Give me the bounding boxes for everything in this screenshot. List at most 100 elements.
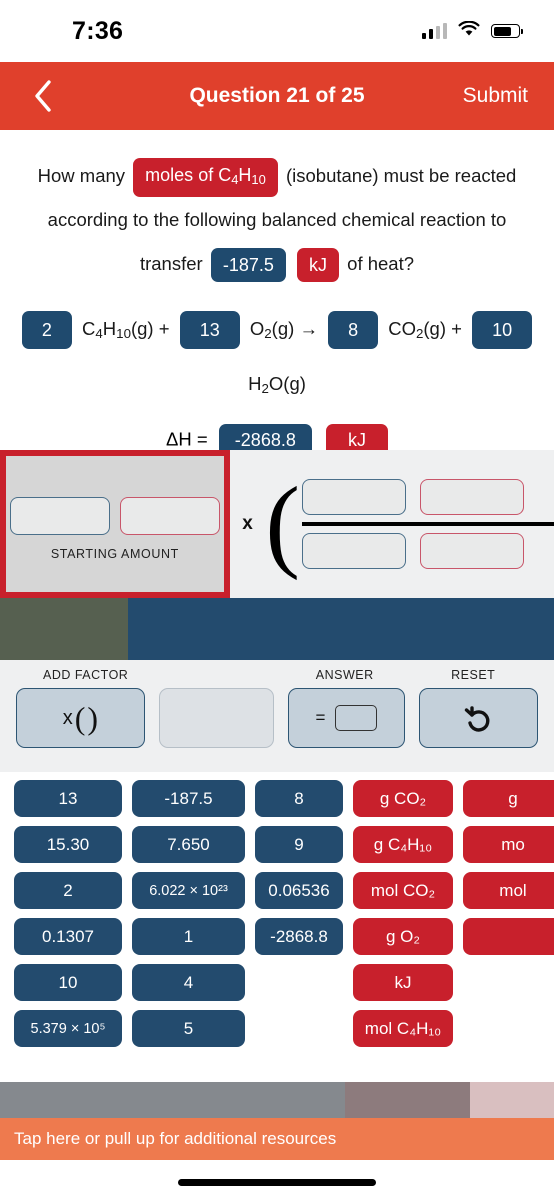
- strip-pink: [470, 1082, 554, 1118]
- tile-value[interactable]: 15.30: [14, 826, 122, 863]
- tile-value[interactable]: 13: [14, 780, 122, 817]
- tile-unit[interactable]: g O₂: [353, 918, 453, 955]
- fraction-bar: [302, 522, 554, 526]
- question-chip-moles: moles of C4H10: [133, 157, 278, 197]
- spacer-label: [155, 668, 281, 682]
- tile-unit[interactable]: [463, 918, 554, 955]
- answer-label: ANSWER: [315, 668, 374, 682]
- tile-value[interactable]: 7.650: [132, 826, 245, 863]
- coefficient-water: 10: [472, 311, 533, 350]
- status-time: 7:36: [72, 16, 124, 45]
- denominator-value-slot[interactable]: [302, 532, 406, 569]
- starting-amount-label: STARTING AMOUNT: [50, 547, 179, 561]
- species-oxygen: O2(g): [249, 318, 295, 341]
- coefficient-oxygen: 13: [179, 311, 240, 350]
- starting-amount-panel[interactable]: STARTING AMOUNT: [0, 450, 230, 598]
- question-part-1: How many: [37, 165, 126, 186]
- tile-value[interactable]: 5.379 × 10⁵: [14, 1010, 122, 1047]
- tile-unit[interactable]: mol C₄H₁₀: [353, 1010, 453, 1047]
- numerator-unit-slot[interactable]: [420, 479, 524, 516]
- tool-buttons: x ( ) =: [16, 688, 539, 748]
- starting-amount-unit-slot[interactable]: [119, 497, 220, 535]
- tile-value[interactable]: -187.5: [132, 780, 245, 817]
- strip-mauve: [345, 1082, 470, 1118]
- nav-header: Question 21 of 25 Submit: [0, 62, 554, 130]
- tile-unit[interactable]: g C₄H₁₀: [353, 826, 453, 863]
- tile-value[interactable]: 10: [14, 964, 122, 1001]
- multiply-symbol: x: [242, 513, 253, 534]
- numerator-row: [302, 479, 554, 516]
- answer-equals-symbol: =: [315, 708, 326, 727]
- status-bar: 7:36: [0, 0, 554, 62]
- home-indicator[interactable]: [178, 1179, 376, 1186]
- tile-column: 8 9 0.06536 -2868.8: [255, 780, 343, 1060]
- tile-value[interactable]: 9: [255, 826, 343, 863]
- back-chevron-icon[interactable]: [16, 62, 70, 130]
- numerator-value-slot[interactable]: [302, 479, 406, 516]
- enthalpy-label: ΔH =: [165, 428, 208, 450]
- strip-olive: [0, 598, 128, 660]
- tile-unit[interactable]: kJ: [353, 964, 453, 1001]
- reset-label: RESET: [451, 668, 496, 682]
- app-screen: 7:36 Question 21 of 25 Submit How many m…: [0, 0, 554, 1200]
- question-text: How many moles of C4H10 (isobutane) must…: [0, 130, 554, 286]
- plus-sign-2: +: [451, 318, 462, 339]
- tile-value[interactable]: 2: [14, 872, 122, 909]
- tile-unit[interactable]: mo: [463, 826, 554, 863]
- strip-navy: [128, 598, 554, 660]
- add-factor-button[interactable]: x ( ): [16, 688, 145, 748]
- starting-amount-slots: [9, 497, 220, 535]
- undo-arrow-icon: [462, 699, 496, 738]
- answer-button[interactable]: =: [287, 688, 405, 748]
- status-icons: [422, 20, 523, 42]
- tile-unit[interactable]: mol: [463, 872, 554, 909]
- tile-column: -187.5 7.650 6.022 × 10²³ 1 4 5: [132, 780, 245, 1060]
- question-chip-unit: kJ: [297, 248, 340, 283]
- fraction: [302, 473, 554, 575]
- coefficient-co2: 8: [328, 311, 379, 350]
- tile-unit[interactable]: mol CO₂: [353, 872, 453, 909]
- question-part-3: of heat?: [347, 253, 415, 274]
- empty-slot-button[interactable]: [158, 688, 274, 748]
- starting-amount-value-slot[interactable]: [9, 497, 110, 535]
- additional-resources-bar[interactable]: Tap here or pull up for additional resou…: [0, 1118, 554, 1160]
- battery-icon: [491, 24, 523, 38]
- tile-value[interactable]: 1: [132, 918, 245, 955]
- coefficient-butane: 2: [21, 311, 72, 350]
- tile-value[interactable]: 0.06536: [255, 872, 343, 909]
- tile-column: g mo mol: [463, 780, 554, 1060]
- tile-column: g CO₂ g C₄H₁₀ mol CO₂ g O₂ kJ mol C₄H₁₀: [353, 780, 453, 1060]
- plus-sign-1: +: [158, 318, 170, 339]
- cellular-bars-icon: [422, 23, 447, 39]
- strip-gray: [0, 1082, 345, 1118]
- tile-value[interactable]: 8: [255, 780, 343, 817]
- answer-input-box[interactable]: [335, 705, 378, 731]
- tile-unit[interactable]: g CO₂: [353, 780, 453, 817]
- species-co2: CO2(g): [388, 318, 447, 341]
- submit-button[interactable]: Submit: [463, 84, 528, 108]
- tile-value[interactable]: 5: [132, 1010, 245, 1047]
- species-water: H2O(g): [248, 372, 306, 396]
- work-area-color-strip: [0, 598, 554, 660]
- wifi-icon: [458, 20, 480, 42]
- bottom-color-strip: [0, 1082, 554, 1118]
- species-butane: C4H10(g): [82, 318, 154, 341]
- tool-bar: ADD FACTOR ANSWER RESET x ( ) =: [0, 660, 554, 772]
- question-chip-value: -187.5: [210, 248, 286, 283]
- conversion-factor: (: [265, 450, 554, 598]
- chemical-equation: 2 C4H10(g) + 13 O2(g) → 8 CO2(g) + 10 H2…: [0, 304, 554, 414]
- tile-value[interactable]: 0.1307: [14, 918, 122, 955]
- tile-keypad: 13 15.30 2 0.1307 10 5.379 × 10⁵ -187.5 7.650 6.…: [0, 780, 554, 1060]
- tile-value[interactable]: -2868.8: [255, 918, 343, 955]
- add-factor-label: ADD FACTOR: [42, 668, 129, 682]
- add-factor-symbol: x: [62, 706, 73, 729]
- tile-value[interactable]: 4: [132, 964, 245, 1001]
- tile-value[interactable]: 6.022 × 10²³: [132, 872, 245, 909]
- denominator-unit-slot[interactable]: [420, 532, 524, 569]
- additional-resources-text: Tap here or pull up for additional resou…: [14, 1129, 337, 1148]
- reaction-arrow: →: [299, 318, 318, 339]
- reset-button[interactable]: [418, 688, 539, 748]
- tile-unit[interactable]: g: [463, 780, 554, 817]
- work-area: STARTING AMOUNT x (: [0, 450, 554, 598]
- tool-labels: ADD FACTOR ANSWER RESET: [16, 668, 538, 682]
